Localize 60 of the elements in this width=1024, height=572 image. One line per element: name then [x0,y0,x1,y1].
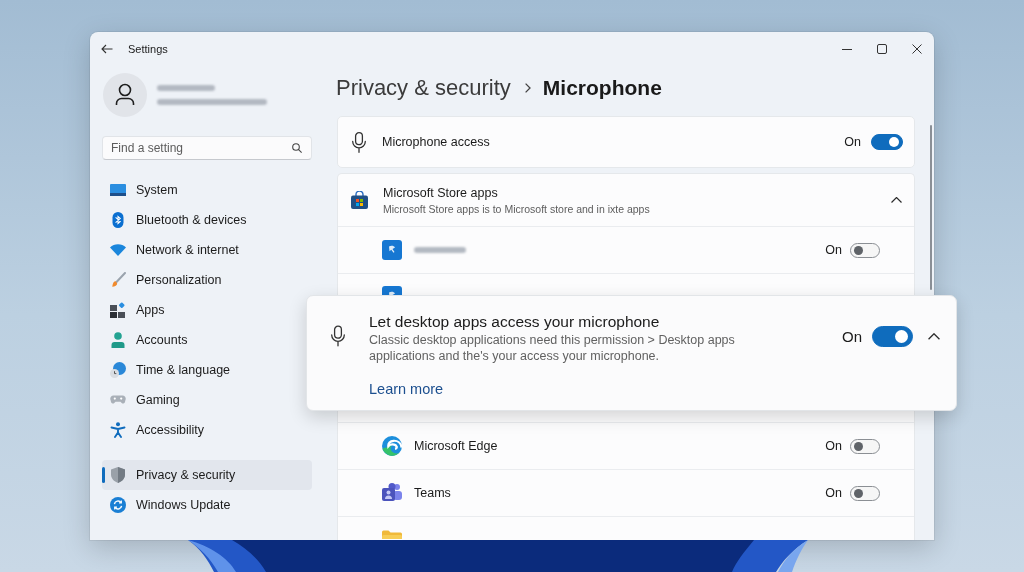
app-name: Teams [414,486,451,500]
window-title: Settings [128,43,168,55]
breadcrumb-link[interactable]: Privacy & security [336,75,511,101]
microphone-icon [331,325,345,347]
toggle-state-label: On [844,135,861,149]
popup-description: Classic desktop applications need this permission > Desktop apps applications and the's your access your microphone. [369,332,736,364]
popup-title: Let desktop apps access your microphone [369,312,660,332]
nav-item[interactable]: Personalization [102,265,312,295]
toggle-state-label: On [825,439,842,453]
toggle-switch[interactable] [872,326,913,347]
search-icon [292,143,302,153]
scrollbar-thumb[interactable] [930,125,932,290]
shield-icon [110,467,126,483]
search-field[interactable]: Find a setting [102,136,312,160]
nav-item[interactable]: Time & language [102,355,312,385]
close-icon [911,44,922,54]
toggle-switch[interactable] [871,134,903,150]
globe-clock-icon [110,362,126,378]
back-arrow-icon [101,44,113,54]
toggle-switch[interactable] [850,438,880,454]
chevron-up-icon[interactable] [928,333,940,340]
learn-more-link[interactable]: Learn more [369,381,444,398]
section-title: Microsoft Store apps [383,185,499,200]
shopping-bag-icon [351,191,368,209]
app-tile-icon [382,240,402,260]
nav-item[interactable]: Accessibility [102,415,312,445]
maximize-icon [876,44,887,54]
nav-item[interactable]: Network & internet [102,235,312,265]
page-title: Microphone [542,76,662,100]
paintbrush-icon [110,272,126,288]
nav-item[interactable]: Bluetooth & devices [102,205,312,235]
nav-item[interactable]: System [102,175,312,205]
section-subtitle: Microsoft Store apps is to Microsoft store and in ixte apps [383,202,650,215]
bluetooth-icon [110,212,126,228]
people-tile-icon [382,483,402,503]
apps-grid-icon [110,302,126,318]
swirl-icon [382,436,402,456]
toggle-switch[interactable] [850,242,880,258]
nav-item[interactable]: Gaming [102,385,312,415]
app-name: Microsoft Edge [414,439,498,453]
setting-label: Microphone access [382,135,490,149]
toggle-state-label: On [842,328,862,345]
nav-item[interactable]: Windows Update [102,490,312,520]
nav-item[interactable]: Privacy & security [102,460,312,490]
minimize-icon [841,48,852,50]
chevron-right-icon [524,83,531,93]
wifi-icon [110,242,126,258]
blurred-account-name [157,85,215,91]
person-icon [110,332,126,348]
nav-item[interactable]: Apps [102,295,312,325]
toggle-state-label: On [825,486,842,500]
chevron-up-icon[interactable] [891,197,902,203]
sync-arrows-icon [110,497,126,513]
avatar-icon [103,73,147,117]
toggle-state-label: On [825,243,842,257]
nav-item[interactable]: Accounts [102,325,312,355]
monitor-icon [110,182,126,198]
accessibility-icon [110,422,126,438]
toggle-switch[interactable] [850,485,880,501]
microphone-icon [352,131,366,153]
